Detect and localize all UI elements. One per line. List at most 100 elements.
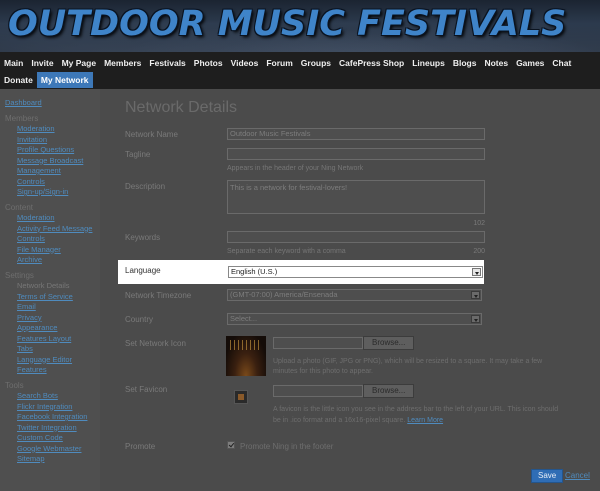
favicon-help-line2-wrap: be in .ico format and a 16x16-pixel squa… xyxy=(273,416,443,426)
sidebar-item-content-archive[interactable]: Archive xyxy=(5,255,100,266)
language-row-highlight: Language English (U.S.) xyxy=(118,260,484,284)
chevron-down-icon xyxy=(472,268,481,276)
favicon-browse-button[interactable]: Browse... xyxy=(363,384,415,398)
sidebar-heading-settings: Settings xyxy=(5,270,34,280)
sidebar-item-tools-sitemap[interactable]: Sitemap xyxy=(5,454,100,465)
sidebar-heading-members: Members xyxy=(5,113,39,123)
chevron-down-icon xyxy=(471,315,480,323)
sidebar-settings-list: Terms of Service Email Privacy Appearance Fe… xyxy=(5,292,100,376)
sidebar-item-members-message-broadcast[interactable]: Message Broadcast xyxy=(5,156,100,167)
sidebar-item-settings-language-editor[interactable]: Language Editor xyxy=(5,355,100,366)
sidebar-content-list: Moderation Activity Feed Message Controls F… xyxy=(5,213,100,266)
favicon-label: Set Favicon xyxy=(125,385,168,394)
sidebar-item-settings-features[interactable]: Features xyxy=(5,365,100,376)
network-details-form: Network Details Network Name Outdoor Mus… xyxy=(113,89,600,491)
sidebar-item-members-management[interactable]: Management xyxy=(5,166,100,177)
country-label: Country xyxy=(125,315,154,324)
favicon-help-line1: A favicon is the little icon you see in … xyxy=(273,406,559,413)
sidebar-item-content-moderation[interactable]: Moderation xyxy=(5,213,100,224)
sidebar-item-tools-custom-code[interactable]: Custom Code xyxy=(5,433,100,444)
network-icon-label: Set Network Icon xyxy=(125,339,186,348)
nav-tab-groups[interactable]: Groups xyxy=(297,55,335,71)
description-textarea[interactable]: This is a network for festival-lovers! xyxy=(227,180,485,214)
sidebar-item-tools-search-bots[interactable]: Search Bots xyxy=(5,391,100,402)
timezone-selected-value: (GMT-07:00) America/Ensenada xyxy=(230,290,338,299)
sidebar-item-settings-features-layout[interactable]: Features Layout xyxy=(5,334,100,345)
favicon-learn-more-link[interactable]: Learn More xyxy=(407,417,443,424)
sidebar-item-members-sign-up-sign-in[interactable]: Sign-up/Sign-in xyxy=(5,187,100,198)
sidebar-heading-content: Content xyxy=(5,202,34,212)
sidebar-item-members-controls[interactable]: Controls xyxy=(5,177,100,188)
sidebar-item-settings-terms-of-service[interactable]: Terms of Service xyxy=(5,292,100,303)
cancel-link[interactable]: Cancel xyxy=(565,471,590,480)
nav-tab-videos[interactable]: Videos xyxy=(227,55,263,71)
nav-tab-members[interactable]: Members xyxy=(100,55,145,71)
sidebar-item-network-details-current: Network Details xyxy=(17,281,70,290)
network-icon-thumbnail xyxy=(226,336,266,376)
sidebar-item-tools-facebook-integration[interactable]: Facebook Integration xyxy=(5,412,100,423)
chevron-down-icon xyxy=(471,291,480,299)
promote-checkbox[interactable] xyxy=(227,441,235,449)
nav-tab-donate[interactable]: Donate xyxy=(0,72,37,88)
site-title[interactable]: OUTDOOR MUSIC FESTIVALS xyxy=(8,2,566,46)
sidebar-item-tools-google-webmaster[interactable]: Google Webmaster xyxy=(5,444,100,455)
network-icon-help-line1: Upload a photo (GIF, JPG or PNG), which … xyxy=(273,358,543,365)
promote-label: Promote xyxy=(125,442,156,451)
nav-tab-my-network[interactable]: My Network xyxy=(36,72,93,88)
sidebar-item-tools-twitter-integration[interactable]: Twitter Integration xyxy=(5,423,100,434)
language-label: Language xyxy=(125,266,161,275)
network-name-label: Network Name xyxy=(125,130,178,139)
language-select[interactable]: English (U.S.) xyxy=(228,266,483,278)
sidebar-item-members-invitation[interactable]: Invitation xyxy=(5,135,100,146)
sidebar-item-settings-appearance[interactable]: Appearance xyxy=(5,323,100,334)
sidebar-dashboard-link[interactable]: Dashboard xyxy=(5,98,100,109)
country-select[interactable]: Select... xyxy=(227,313,482,325)
network-name-input[interactable]: Outdoor Music Festivals xyxy=(227,128,485,140)
keywords-input[interactable] xyxy=(227,231,485,243)
nav-tab-blogs[interactable]: Blogs xyxy=(449,55,481,71)
sidebar-members-list: Moderation Invitation Profile Questions Mes… xyxy=(5,124,100,198)
site-banner: OUTDOOR MUSIC FESTIVALS xyxy=(0,0,600,52)
nav-row-primary: Main Invite My Page Members Festivals Photos V… xyxy=(0,54,575,72)
description-char-counter: 102 xyxy=(473,220,485,227)
sidebar-item-settings-tabs[interactable]: Tabs xyxy=(5,344,100,355)
nav-tab-forum[interactable]: Forum xyxy=(262,55,296,71)
sidebar-item-settings-privacy[interactable]: Privacy xyxy=(5,313,100,324)
favicon-file-input[interactable] xyxy=(273,385,363,397)
nav-tab-main[interactable]: Main xyxy=(0,55,27,71)
sidebar-item-content-activity-feed-message[interactable]: Activity Feed Message xyxy=(5,224,100,235)
sidebar-heading-tools: Tools xyxy=(5,380,24,390)
sidebar-item-members-profile-questions[interactable]: Profile Questions xyxy=(5,145,100,156)
sidebar-item-members-moderation[interactable]: Moderation xyxy=(5,124,100,135)
nav-tab-games[interactable]: Games xyxy=(512,55,548,71)
sidebar-item-settings-email[interactable]: Email xyxy=(5,302,100,313)
country-selected-value: Select... xyxy=(230,314,258,323)
tagline-input[interactable] xyxy=(227,148,485,160)
language-selected-value: English (U.S.) xyxy=(231,267,278,276)
nav-tab-lineups[interactable]: Lineups xyxy=(408,55,449,71)
nav-tab-photos[interactable]: Photos xyxy=(190,55,227,71)
nav-tab-chat[interactable]: Chat xyxy=(548,55,575,71)
description-label: Description xyxy=(125,182,166,191)
sidebar-tools-list: Search Bots Flickr Integration Facebook In… xyxy=(5,391,100,465)
nav-tab-invite[interactable]: Invite xyxy=(27,55,57,71)
nav-tab-my-page[interactable]: My Page xyxy=(58,55,101,71)
main-nav: Main Invite My Page Members Festivals Photos V… xyxy=(0,52,600,89)
network-icon-file-input[interactable] xyxy=(273,337,363,349)
keywords-label: Keywords xyxy=(125,233,161,242)
keywords-hint: Separate each keyword with a comma xyxy=(227,248,346,255)
save-button[interactable]: Save xyxy=(531,469,564,483)
sidebar-item-tools-flickr-integration[interactable]: Flickr Integration xyxy=(5,402,100,413)
nav-tab-notes[interactable]: Notes xyxy=(480,55,512,71)
favicon-thumbnail xyxy=(234,390,248,404)
stage-lights-image xyxy=(230,340,262,350)
sidebar-item-content-controls[interactable]: Controls xyxy=(5,234,100,245)
favicon-help-line2: be in .ico format and a 16x16-pixel squa… xyxy=(273,417,406,424)
nav-tab-festivals[interactable]: Festivals xyxy=(145,55,189,71)
timezone-select[interactable]: (GMT-07:00) America/Ensenada xyxy=(227,289,482,301)
nav-tab-cafepress-shop[interactable]: CafePress Shop xyxy=(335,55,408,71)
sidebar-item-content-file-manager[interactable]: File Manager xyxy=(5,245,100,256)
network-icon-browse-button[interactable]: Browse... xyxy=(363,336,415,350)
page-body: Dashboard Members Moderation Invitation Pr… xyxy=(0,89,600,491)
nav-row-secondary: Donate My Network xyxy=(0,71,93,89)
